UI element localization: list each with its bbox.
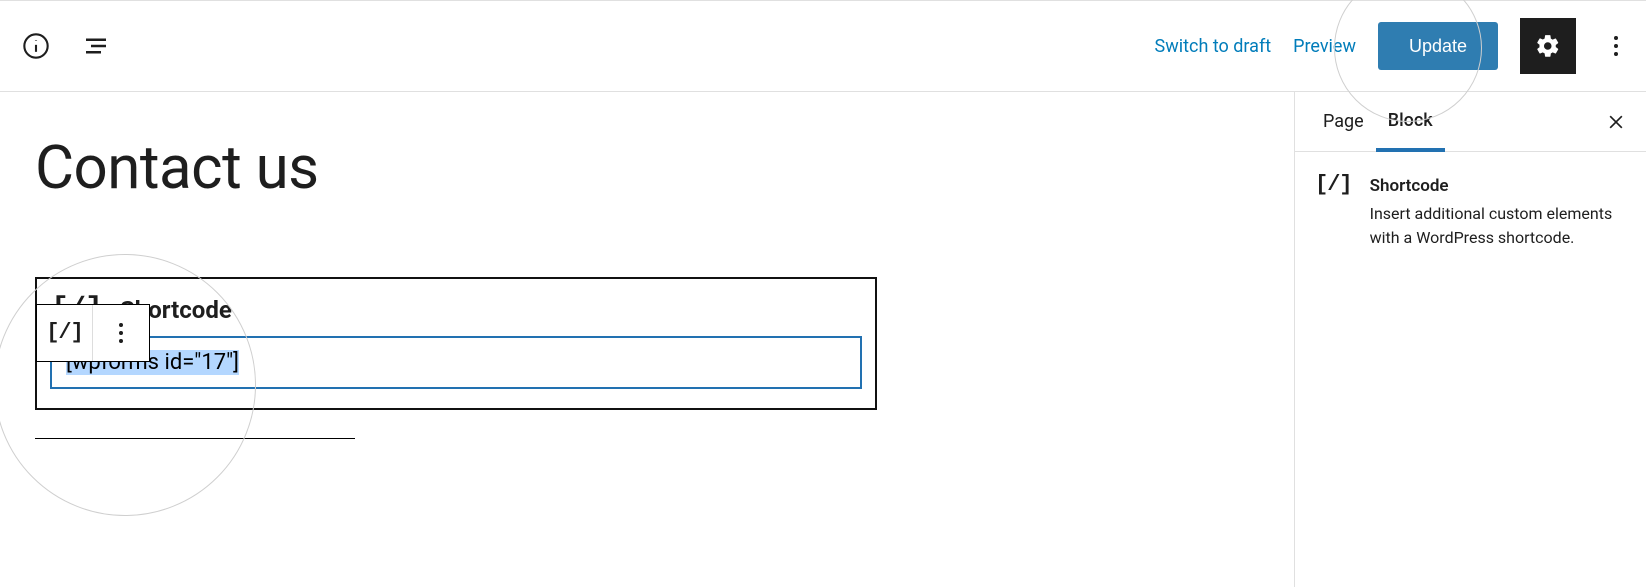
block-type-shortcode-icon[interactable]: [/] xyxy=(37,305,93,361)
shortcode-icon: [/] xyxy=(1315,174,1352,250)
block-info-description: Insert additional custom elements with a… xyxy=(1370,202,1626,250)
shortcode-input[interactable] xyxy=(51,337,861,388)
list-view-icon[interactable] xyxy=(78,28,114,64)
main-area: Contact us [/] [/] Shortcode Page Block xyxy=(0,92,1646,587)
document-overview-icon[interactable] xyxy=(18,28,54,64)
topbar-right: Switch to draft Preview Update xyxy=(1155,18,1634,74)
more-options-icon[interactable] xyxy=(1598,18,1634,74)
topbar-left xyxy=(18,28,114,64)
block-more-options-icon[interactable] xyxy=(93,305,149,361)
close-sidebar-icon[interactable] xyxy=(1602,108,1630,136)
update-button[interactable]: Update xyxy=(1378,22,1498,70)
sidebar-tabs: Page Block xyxy=(1295,92,1646,152)
block-info-title: Shortcode xyxy=(1370,174,1626,196)
page-title[interactable]: Contact us xyxy=(35,132,1259,203)
settings-sidebar: Page Block [/] Shortcode Insert addition… xyxy=(1294,92,1646,587)
block-toolbar: [/] xyxy=(36,304,150,362)
separator xyxy=(35,438,355,439)
editor-canvas: Contact us [/] [/] Shortcode xyxy=(0,92,1294,587)
shortcode-block[interactable]: [/] Shortcode xyxy=(35,277,877,410)
preview-link[interactable]: Preview xyxy=(1293,36,1356,57)
sidebar-block-info: [/] Shortcode Insert additional custom e… xyxy=(1295,152,1646,272)
editor-topbar: Switch to draft Preview Update xyxy=(0,0,1646,92)
settings-button[interactable] xyxy=(1520,18,1576,74)
switch-to-draft-link[interactable]: Switch to draft xyxy=(1155,36,1272,57)
tab-block[interactable]: Block xyxy=(1376,93,1445,152)
shortcode-block-header: [/] Shortcode xyxy=(51,291,861,337)
tab-page[interactable]: Page xyxy=(1311,92,1376,151)
